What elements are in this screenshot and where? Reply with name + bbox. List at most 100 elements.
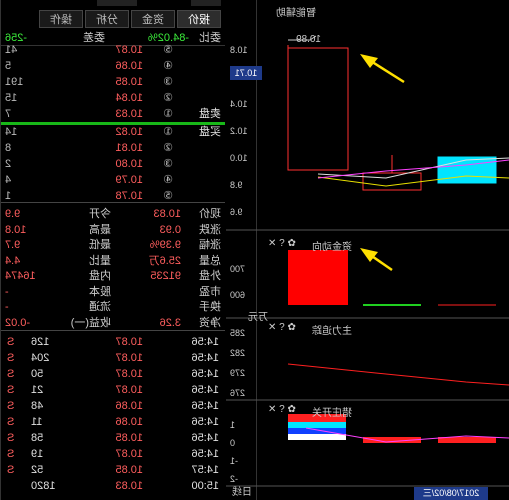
price: 10.80	[115, 158, 143, 170]
stat-item: 换手	[111, 299, 221, 315]
stat-label: 股本	[89, 285, 111, 298]
panel-controls[interactable]: ✕ ? ✿	[268, 404, 296, 415]
buy-row: ③ 10.80 2	[1, 156, 225, 172]
divider	[1, 330, 225, 331]
tab-funds[interactable]: 资金	[131, 10, 175, 28]
tick-row: 14:56 10.86 11 S	[1, 414, 225, 430]
tick-direction: S	[7, 400, 15, 412]
tick-volume: 19	[31, 448, 44, 460]
price: 10.85	[115, 76, 143, 88]
sell-row: ④ 10.86 5	[1, 58, 225, 74]
volume: 8	[5, 142, 12, 154]
stat-item: 收益(一) -0.02	[3, 315, 111, 331]
stat-item: 涨跌 0.93	[111, 222, 221, 238]
panel-controls[interactable]: ✕ ? ✿	[268, 238, 296, 249]
tab-analysis[interactable]: 分析	[85, 10, 129, 28]
axis-label: 285	[230, 328, 246, 338]
stat-item: 外盘 91235	[111, 268, 221, 284]
volume: 14	[5, 126, 18, 138]
fund-flow-bar	[288, 250, 348, 305]
tick-volume: 50	[31, 368, 44, 380]
candle-body	[287, 47, 349, 171]
volume: 41	[5, 44, 18, 56]
buy-row: ④ 10.79 4	[1, 172, 225, 188]
date-tag: 2017/08/02/三	[414, 487, 488, 500]
stat-label: 换手	[199, 301, 221, 313]
stat-item: 量比 4.4	[3, 253, 111, 269]
tick-price: 10.87	[115, 384, 143, 396]
tab-operation[interactable]: 操作	[39, 10, 83, 28]
panel-controls[interactable]: ✕ ? ✿	[268, 322, 296, 333]
tick-price: 10.83	[115, 480, 143, 492]
price: 10.83	[115, 108, 143, 120]
tick-direction: S	[7, 352, 15, 364]
volume: 5	[5, 60, 12, 72]
tick-volume: 204	[31, 352, 50, 364]
tick-time: 14:56	[191, 352, 219, 364]
stat-label: 内盘	[89, 270, 111, 282]
stat-item: 最低 9.7	[3, 237, 111, 253]
tick-row: 14:56 10.86 48 S	[1, 398, 225, 414]
dealer-switch-title: 猎庄开关	[312, 408, 352, 419]
tick-time: 14:57	[191, 464, 219, 476]
tick-price: 10.86	[115, 400, 143, 412]
volume: 2	[5, 158, 12, 170]
stat-item: 总量 25.6万	[111, 253, 221, 269]
tick-row: 14:56 10.87 21 S	[1, 382, 225, 398]
row-label: 卖盘	[199, 108, 221, 120]
tick-volume: 126	[31, 336, 50, 348]
axis-label: -1	[230, 456, 239, 466]
tick-row: 15:00 10.83 1820	[1, 478, 225, 494]
axis-label: 282	[230, 348, 246, 358]
stat-item: 内盘 16474	[3, 268, 111, 284]
stat-label: 最高	[89, 223, 111, 236]
level-index: ④	[163, 60, 173, 72]
tab-quote[interactable]: 报价	[177, 10, 221, 28]
tick-price: 10.85	[115, 464, 143, 476]
axis-label: 0	[230, 438, 236, 448]
tick-row: 14:56 10.87 126 S	[1, 334, 225, 350]
stat-value: 4.4	[5, 254, 21, 267]
tick-time: 15:00	[191, 480, 219, 492]
stat-label: 外盘	[199, 270, 221, 282]
stat-value: 10.83	[153, 208, 181, 220]
tick-time: 14:56	[191, 416, 219, 428]
level-index: ①	[163, 126, 173, 138]
tick-time: 14:56	[191, 448, 219, 460]
volume: 4	[5, 174, 12, 186]
tick-time: 14:56	[191, 368, 219, 380]
price: 10.79	[115, 174, 143, 186]
stat-value: 0.93	[159, 223, 181, 236]
chart-panel[interactable]: 智能辅助 10.810.610.410.210.09.89.6 10.71	[226, 0, 509, 500]
fund-flow-title: 资金动向	[312, 242, 352, 253]
tick-time: 14:56	[191, 336, 219, 348]
tick-row: 14:56 10.87 50 S	[1, 366, 225, 382]
period-label[interactable]: 日线	[232, 483, 252, 498]
stat-item: 市盈	[111, 284, 221, 300]
stat-item: 最高 10.8	[3, 222, 111, 238]
top-strip	[97, 0, 137, 6]
level-index: ①	[163, 108, 173, 120]
tick-price: 10.87	[115, 352, 143, 364]
level-index: ③	[163, 158, 173, 170]
quote-tabs: 报价 资金 分析 操作	[1, 10, 225, 28]
stat-label: 流通	[89, 301, 111, 313]
tick-direction: S	[7, 464, 15, 476]
sell-row: ⑤ 10.87 41	[1, 42, 225, 58]
sell-row: ② 10.84 15	[1, 90, 225, 106]
price: 10.82	[115, 126, 143, 138]
chart-svg	[226, 35, 509, 487]
sell-row: ③ 10.85 191	[1, 74, 225, 90]
fund-flow-unit: 万元	[248, 312, 268, 323]
stat-value: 25.6万	[148, 254, 181, 267]
tick-direction: S	[7, 368, 15, 380]
level-index: ③	[163, 76, 173, 88]
row-label: 买盘	[199, 126, 221, 138]
stat-item: 涨幅 9.39%	[111, 237, 221, 253]
quote-panel: 报价 资金 分析 操作 委比 -84.02% 委差 -256 ⑤ 10.87 41 ④…	[0, 0, 225, 500]
level-index: ④	[163, 174, 173, 186]
buy-row: ② 10.81 8	[1, 140, 225, 156]
level-index: ②	[163, 92, 173, 104]
stat-value: 91235	[150, 270, 181, 282]
stat-label: 涨跌	[199, 223, 221, 236]
